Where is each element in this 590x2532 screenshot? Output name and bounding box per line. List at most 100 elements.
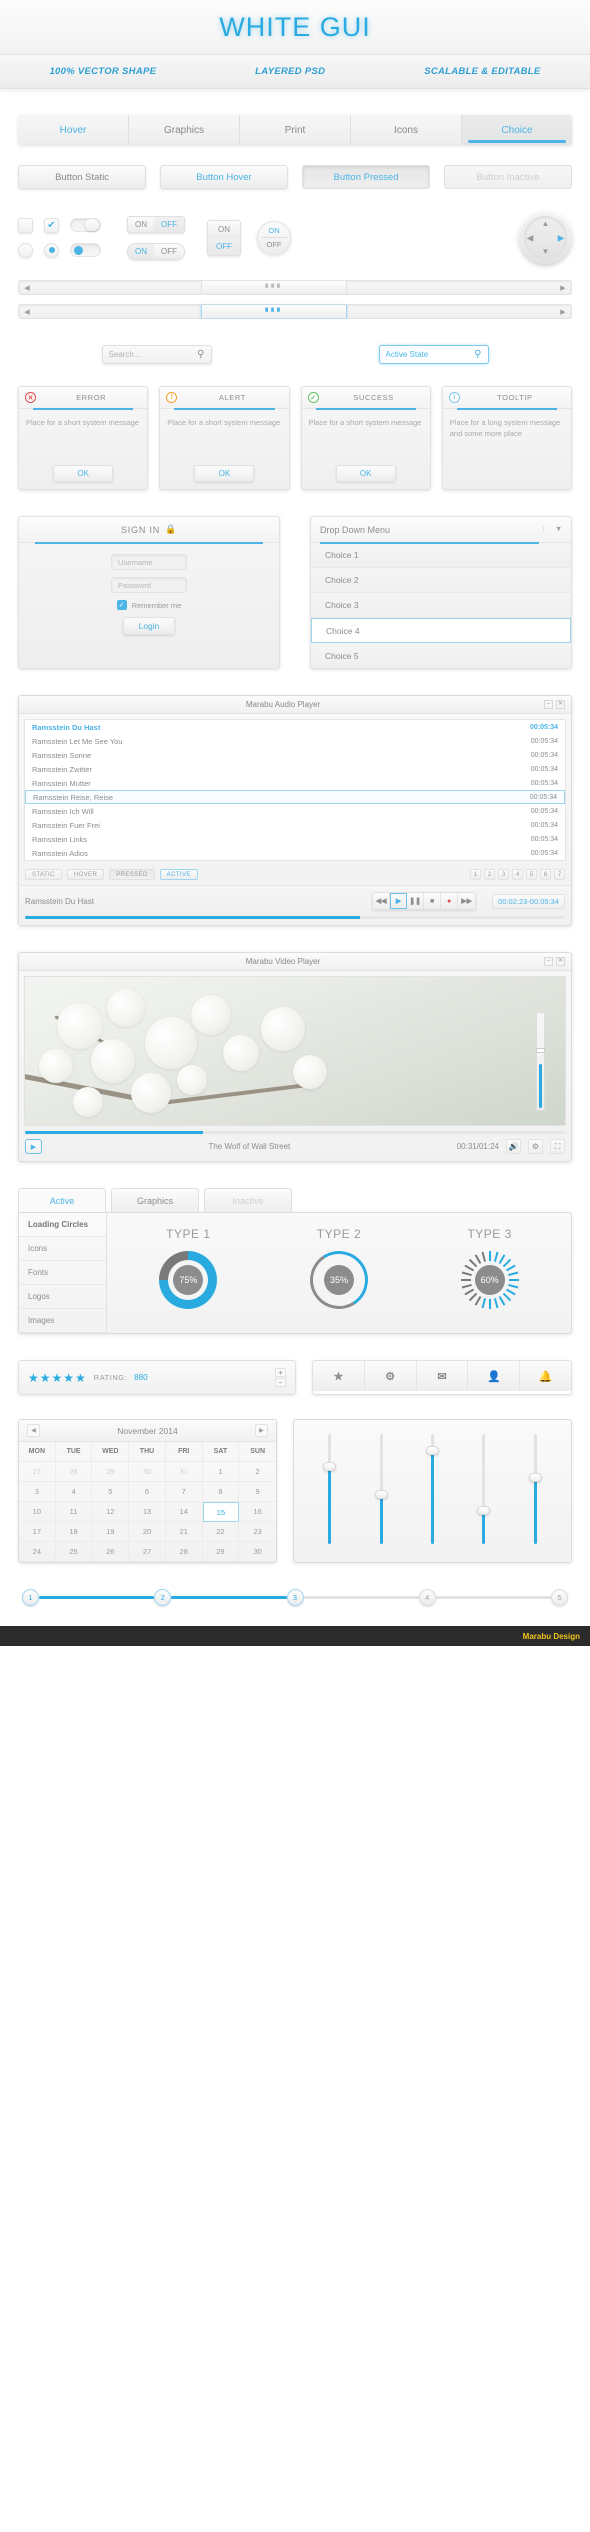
step-3[interactable]: 3 bbox=[286, 1589, 304, 1606]
calendar-day[interactable]: 27 bbox=[19, 1462, 56, 1482]
table-row[interactable]: Ramsstein Adios 00:05:34 bbox=[25, 846, 565, 860]
onoff-pill-on-label[interactable]: ON bbox=[128, 243, 154, 259]
scroll-track[interactable]: ▘▘▘ bbox=[35, 281, 555, 294]
table-row[interactable]: Ramsstein Sonne 00:05:34 bbox=[25, 748, 565, 762]
tab-print[interactable]: Print bbox=[240, 115, 351, 145]
calendar-day[interactable]: 18 bbox=[55, 1522, 93, 1542]
chevron-right-icon[interactable]: ▶ bbox=[254, 1424, 268, 1437]
page-1[interactable]: 1 bbox=[470, 869, 481, 880]
tab-active[interactable]: Active bbox=[18, 1188, 106, 1212]
scroll-right-icon-active[interactable]: ▶ bbox=[555, 308, 571, 316]
calendar-day[interactable]: 16 bbox=[239, 1502, 276, 1522]
chip-hover[interactable]: HOVER bbox=[66, 869, 105, 880]
login-button[interactable]: Login bbox=[123, 617, 175, 635]
calendar-day[interactable]: 13 bbox=[129, 1502, 166, 1522]
table-row[interactable]: Ramsstein Mutter 00:05:34 bbox=[25, 776, 565, 790]
close-icon[interactable]: ✕ bbox=[555, 700, 565, 709]
calendar-day[interactable]: 28 bbox=[165, 1542, 203, 1562]
user-icon[interactable]: 👤 bbox=[468, 1361, 521, 1391]
calendar-day[interactable]: 31 bbox=[165, 1462, 203, 1482]
calendar-day-selected[interactable]: 15 bbox=[202, 1502, 240, 1522]
calendar-day[interactable]: 4 bbox=[55, 1482, 93, 1502]
dropdown-option-4[interactable]: Choice 4 bbox=[311, 618, 571, 643]
calendar-day[interactable]: 3 bbox=[19, 1482, 56, 1502]
gear-icon[interactable]: ⚙ bbox=[528, 1139, 543, 1154]
username-field[interactable]: Username bbox=[111, 554, 187, 570]
calendar-day[interactable]: 30 bbox=[239, 1542, 276, 1562]
search-icon[interactable]: ⚲ bbox=[197, 349, 204, 360]
onoff-on-label[interactable]: ON bbox=[128, 216, 154, 232]
button-pressed[interactable]: Button Pressed bbox=[302, 165, 430, 189]
slider-3[interactable] bbox=[425, 1434, 439, 1544]
dropdown-option-3[interactable]: Choice 3 bbox=[311, 593, 571, 618]
prev-icon[interactable]: ◀◀ bbox=[373, 893, 391, 909]
audio-progress-bar[interactable] bbox=[25, 916, 565, 919]
calendar-day[interactable]: 21 bbox=[165, 1522, 203, 1542]
scrollbar-static[interactable]: ◀ ▘▘▘ ▶ bbox=[18, 280, 572, 295]
star-rating-icon[interactable]: ★★★★★ bbox=[28, 1371, 87, 1385]
calendar-day[interactable]: 22 bbox=[202, 1522, 240, 1542]
mail-icon[interactable]: ✉ bbox=[416, 1361, 469, 1391]
calendar-day[interactable]: 20 bbox=[129, 1522, 166, 1542]
scroll-left-icon-active[interactable]: ◀ bbox=[19, 308, 35, 316]
calendar-day[interactable]: 1 bbox=[202, 1462, 240, 1482]
onoff-toggle-pill[interactable]: ON OFF bbox=[127, 242, 185, 260]
onoff-pill-off-label[interactable]: OFF bbox=[154, 243, 184, 259]
message-error-ok-button[interactable]: OK bbox=[53, 465, 114, 482]
calendar-day[interactable]: 23 bbox=[239, 1522, 276, 1542]
calendar-day[interactable]: 9 bbox=[239, 1482, 276, 1502]
scroll-thumb-active[interactable]: ▘▘▘ bbox=[201, 305, 347, 318]
rating-minus-button[interactable]: – bbox=[275, 1378, 286, 1387]
page-3[interactable]: 3 bbox=[498, 869, 509, 880]
message-success-ok-button[interactable]: OK bbox=[335, 465, 396, 482]
vstack-off-label[interactable]: OFF bbox=[208, 237, 240, 255]
search-input[interactable]: Search... ⚲ bbox=[101, 345, 212, 364]
close-icon[interactable]: ✕ bbox=[556, 957, 565, 966]
tab-graphics-2[interactable]: Graphics bbox=[111, 1188, 199, 1212]
scrollbar-active[interactable]: ◀ ▘▘▘ ▶ bbox=[18, 304, 572, 319]
chip-pressed[interactable]: PRESSED bbox=[109, 869, 155, 880]
calendar-day[interactable]: 5 bbox=[92, 1482, 130, 1502]
scroll-track-active[interactable]: ▘▘▘ bbox=[35, 305, 555, 318]
play-icon[interactable]: ▶ bbox=[25, 1139, 42, 1154]
radio-unselected[interactable] bbox=[18, 242, 33, 258]
tab-icons[interactable]: Icons bbox=[351, 115, 462, 145]
onoff-toggle-square[interactable]: ON OFF bbox=[127, 215, 185, 233]
onoff-vertical-stack[interactable]: ON OFF bbox=[207, 219, 241, 256]
rating-plus-button[interactable]: + bbox=[275, 1368, 286, 1377]
dropdown-option-5[interactable]: Choice 5 bbox=[311, 643, 571, 668]
step-1[interactable]: 1 bbox=[22, 1589, 39, 1606]
step-2[interactable]: 2 bbox=[154, 1589, 172, 1606]
next-icon[interactable]: ▶▶ bbox=[458, 893, 476, 909]
calendar-day[interactable]: 30 bbox=[129, 1462, 166, 1482]
play-icon[interactable]: ▶ bbox=[390, 893, 408, 909]
table-row[interactable]: Ramsstein Links 00:05:34 bbox=[25, 832, 565, 846]
page-4[interactable]: 4 bbox=[512, 869, 523, 880]
slider-1[interactable] bbox=[323, 1434, 337, 1544]
calendar-day[interactable]: 6 bbox=[129, 1482, 166, 1502]
scroll-left-icon[interactable]: ◀ bbox=[19, 284, 35, 292]
slider-2[interactable] bbox=[374, 1434, 388, 1544]
stop-icon[interactable]: ■ bbox=[424, 893, 442, 909]
speaker-icon[interactable]: 🔊 bbox=[506, 1139, 521, 1154]
onoff-circle-toggle[interactable]: ON OFF bbox=[257, 220, 291, 255]
tab-choice[interactable]: Choice bbox=[462, 115, 572, 145]
sidebar-item-loading-circles[interactable]: Loading Circles bbox=[19, 1213, 106, 1237]
slider-4[interactable] bbox=[477, 1434, 491, 1544]
calendar-day[interactable]: 19 bbox=[92, 1522, 130, 1542]
calendar-day[interactable]: 26 bbox=[92, 1542, 130, 1562]
table-row-selected[interactable]: Ramsstein Reise, Reise 00:05:34 bbox=[25, 790, 565, 804]
vstack-on-label[interactable]: ON bbox=[208, 220, 240, 238]
chevron-down-icon[interactable]: ▼ bbox=[543, 526, 562, 533]
circle-on-label[interactable]: ON bbox=[261, 225, 287, 238]
chevron-left-icon[interactable]: ◀ bbox=[27, 1424, 40, 1437]
circle-off-label[interactable]: OFF bbox=[267, 238, 282, 250]
remember-me-row[interactable]: ✓ Remember me bbox=[116, 600, 181, 610]
slider-5[interactable] bbox=[528, 1434, 542, 1544]
scroll-thumb[interactable]: ▘▘▘ bbox=[201, 281, 347, 294]
table-row[interactable]: Ramsstein Fuer Frei 00:05:34 bbox=[25, 818, 565, 832]
tab-graphics[interactable]: Graphics bbox=[129, 115, 240, 145]
sidebar-item-logos[interactable]: Logos bbox=[19, 1285, 106, 1309]
calendar-day[interactable]: 28 bbox=[55, 1462, 93, 1482]
dropdown-header[interactable]: Drop Down Menu ▼ bbox=[311, 517, 571, 544]
